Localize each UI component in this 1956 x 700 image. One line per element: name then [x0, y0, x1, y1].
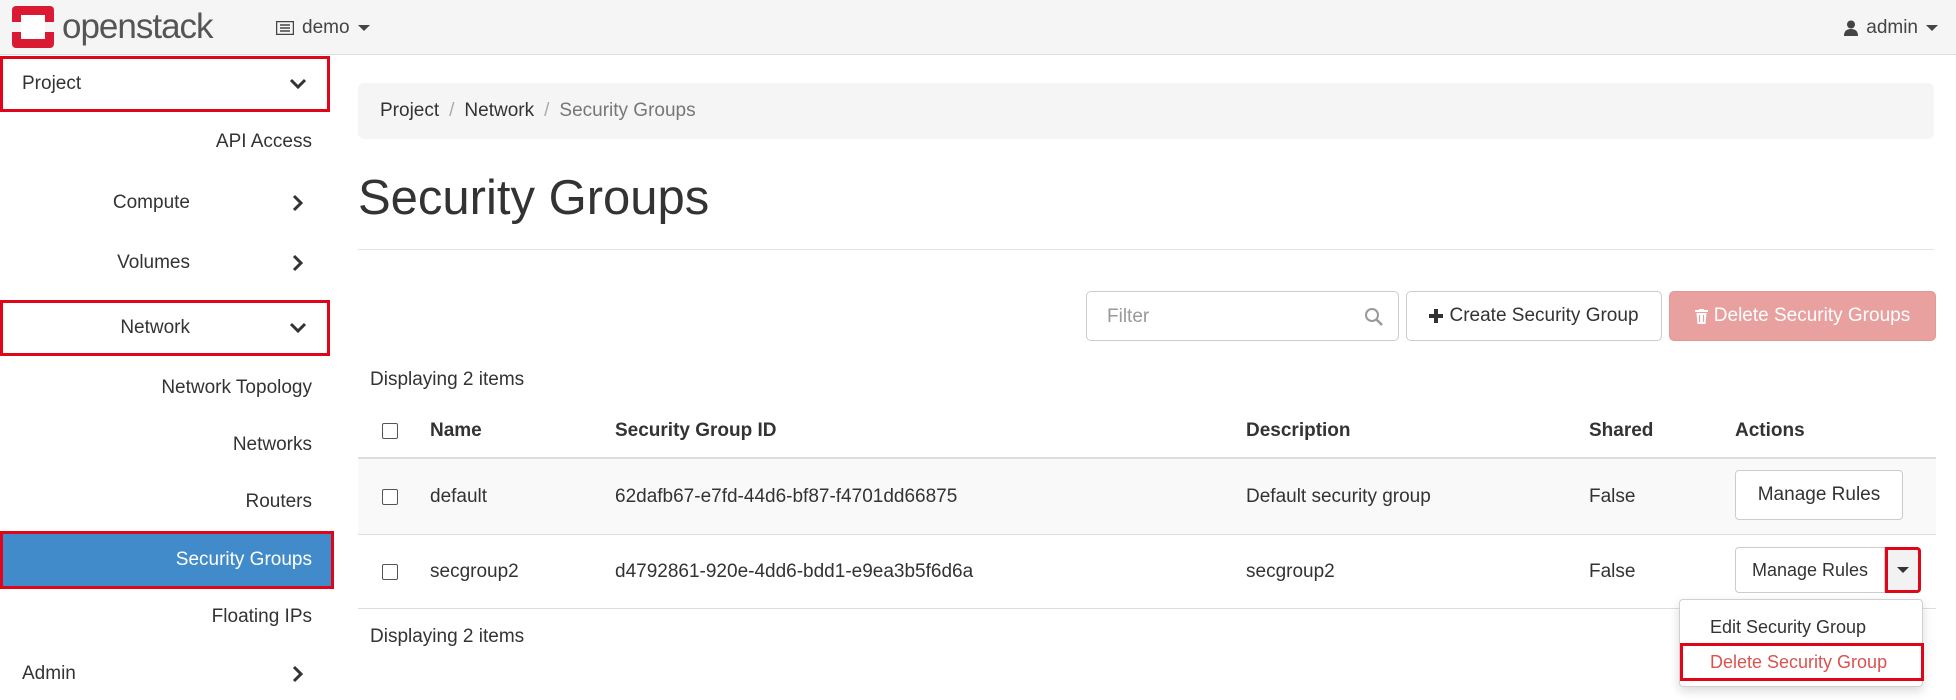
item-count-bottom: Displaying 2 items — [370, 626, 525, 647]
list-icon — [276, 21, 294, 35]
sidebar-item-api-access[interactable]: API Access — [0, 119, 330, 165]
breadcrumb-separator: / — [449, 100, 455, 121]
edit-security-group-menu-item[interactable]: Edit Security Group — [1680, 608, 1924, 646]
column-header-shared[interactable]: Shared — [1589, 420, 1653, 442]
search-icon[interactable] — [1364, 307, 1384, 327]
delete-security-group-menu-item[interactable]: Delete Security Group — [1680, 643, 1924, 681]
chevron-down-icon — [289, 322, 307, 334]
row-actions-group: Manage Rules — [1735, 547, 1921, 593]
row-checkbox[interactable] — [382, 563, 398, 580]
breadcrumb-link-project[interactable]: Project — [380, 100, 439, 122]
table-header-row: Name Security Group ID Description Share… — [358, 405, 1936, 459]
page-title: Security Groups — [358, 171, 710, 225]
filter-input[interactable] — [1105, 305, 1349, 329]
create-security-group-label: Create Security Group — [1449, 305, 1639, 326]
column-header-id[interactable]: Security Group ID — [615, 420, 777, 442]
delete-security-groups-label: Delete Security Groups — [1713, 305, 1911, 326]
column-header-actions: Actions — [1735, 420, 1805, 441]
chevron-right-icon — [292, 665, 304, 683]
column-header-name[interactable]: Name — [430, 420, 482, 442]
sidebar-item-routers[interactable]: Routers — [0, 479, 330, 525]
item-count-top: Displaying 2 items — [370, 369, 525, 390]
title-divider — [358, 249, 1934, 250]
breadcrumb-link-network[interactable]: Network — [464, 100, 534, 122]
openstack-logo-icon — [12, 6, 54, 48]
breadcrumb-current: Security Groups — [559, 100, 696, 121]
row-shared: False — [1589, 560, 1636, 582]
chevron-right-icon — [292, 194, 304, 212]
sidebar: Project API Access Compute Volumes Netwo… — [0, 55, 334, 700]
caret-down-icon — [1926, 25, 1938, 31]
row-shared: False — [1589, 485, 1636, 507]
filter-field[interactable] — [1086, 291, 1399, 341]
sidebar-item-network-topology[interactable]: Network Topology — [0, 365, 330, 411]
row-checkbox[interactable] — [382, 488, 398, 505]
chevron-down-icon — [289, 78, 307, 90]
row-description: Default security group — [1246, 485, 1431, 507]
table-row: secgroup2 d4792861-920e-4dd6-bdd1-e9ea3b… — [358, 535, 1936, 609]
top-navbar: openstack demo admin — [0, 0, 1956, 55]
project-switcher[interactable]: demo — [276, 14, 370, 42]
caret-down-icon — [1896, 567, 1909, 573]
row-actions-menu: Edit Security Group Delete Security Grou… — [1679, 599, 1924, 687]
row-actions-dropdown-toggle[interactable] — [1885, 547, 1921, 593]
manage-rules-button[interactable]: Manage Rules — [1735, 547, 1885, 593]
sidebar-item-label: Networks — [232, 434, 312, 455]
breadcrumb-separator: / — [544, 100, 550, 121]
delete-security-groups-button[interactable]: Delete Security Groups — [1669, 291, 1936, 341]
select-all-checkbox[interactable] — [382, 423, 398, 439]
security-groups-table: Name Security Group ID Description Share… — [358, 405, 1936, 609]
sidebar-item-label: Routers — [245, 491, 312, 512]
row-id: 62dafb67-e7fd-44d6-bf87-f4701dd66875 — [615, 485, 958, 507]
project-switcher-label: demo — [302, 17, 350, 38]
sidebar-item-networks[interactable]: Networks — [0, 422, 330, 468]
openstack-logo[interactable]: openstack — [12, 6, 214, 48]
sidebar-item-admin[interactable]: Admin — [0, 649, 330, 699]
column-header-description[interactable]: Description — [1246, 420, 1351, 442]
row-name: secgroup2 — [430, 560, 519, 582]
create-security-group-button[interactable]: Create Security Group — [1406, 291, 1662, 341]
sidebar-item-label: Network Topology — [161, 377, 312, 398]
user-menu-label: admin — [1866, 17, 1918, 38]
breadcrumb: Project / Network / Security Groups — [358, 83, 1934, 139]
sidebar-item-security-groups[interactable]: Security Groups — [0, 531, 334, 589]
sidebar-item-volumes[interactable]: Volumes — [0, 238, 330, 288]
trash-icon — [1694, 308, 1708, 324]
brand-name: openstack — [62, 7, 214, 46]
sidebar-item-network[interactable]: Network — [0, 300, 330, 356]
sidebar-item-project[interactable]: Project — [0, 56, 330, 112]
sidebar-item-label: Security Groups — [175, 549, 312, 570]
sidebar-item-label: Admin — [22, 663, 76, 684]
row-id: d4792861-920e-4dd6-bdd1-e9ea3b5f6d6a — [615, 560, 974, 582]
chevron-right-icon — [292, 254, 304, 272]
plus-icon — [1429, 309, 1444, 323]
sidebar-item-label: Network — [120, 317, 190, 338]
user-menu[interactable]: admin — [1844, 14, 1938, 42]
sidebar-item-label: Compute — [112, 192, 190, 213]
sidebar-item-label: Volumes — [117, 252, 190, 273]
row-description: secgroup2 — [1246, 560, 1335, 582]
user-icon — [1844, 20, 1859, 36]
table-row: default 62dafb67-e7fd-44d6-bf87-f4701dd6… — [358, 459, 1936, 535]
sidebar-item-label: API Access — [215, 131, 312, 152]
caret-down-icon — [357, 25, 370, 31]
sidebar-item-label: Floating IPs — [211, 606, 312, 627]
sidebar-item-compute[interactable]: Compute — [0, 178, 330, 228]
sidebar-item-floating-ips[interactable]: Floating IPs — [0, 594, 330, 640]
row-name: default — [430, 485, 488, 507]
manage-rules-button[interactable]: Manage Rules — [1735, 470, 1903, 520]
sidebar-item-label: Project — [22, 73, 82, 94]
